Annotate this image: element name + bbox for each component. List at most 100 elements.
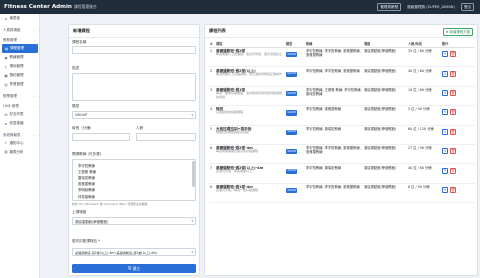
- chevron-down-icon: ⌄: [33, 132, 36, 137]
- type-label: 類型: [72, 104, 80, 108]
- capacity-input[interactable]: [136, 133, 196, 141]
- duration-label: 時長（分鐘）: [72, 126, 94, 130]
- priority-package-select[interactable]: 基礎運動班-週2堂(以上)-4m (基礎運動班-週2堂(以上)-4m) ▾: [72, 248, 196, 256]
- sidebar-item-label: 儀表板: [9, 16, 21, 20]
- add-course-plan-button[interactable]: ⊕ 新增課程方案: [442, 27, 473, 37]
- coach-cell: 李宇哲教練, 唐瑞宏教練: [305, 163, 363, 184]
- coach-cell: 李宇哲教練, 李宇哲教練, 張雅蘭教練, 張雅蘭教練: [305, 47, 363, 68]
- trash-icon[interactable]: 🗑: [450, 70, 456, 77]
- sidebar-group[interactable]: 教務管理 ⌄: [0, 34, 39, 45]
- course-description: 每週兩堂為期四個月的基礎課程: [216, 149, 259, 154]
- coach-cell: 李宇哲教練, 張雅蘭教練: [305, 105, 363, 126]
- trash-icon[interactable]: 🗑: [450, 167, 456, 174]
- sidebar-item[interactable]: ☺ 會員管理: [0, 80, 39, 89]
- sidebar-item[interactable]: ♪ 通知中心: [0, 139, 39, 148]
- actions-cell: ✎ 🗑: [441, 183, 475, 204]
- table-row: 6 基礎運動班-週2堂-4m 每週兩堂為期四個月的基礎課程 GROUP 李宇哲教練, 李…: [209, 144, 475, 165]
- sidebar-item-label: 課程管理: [10, 46, 24, 50]
- top-nav-label[interactable]: 課程管理後台: [74, 4, 97, 10]
- sidebar-item[interactable]: ▥ 報表分析: [0, 148, 39, 157]
- actions-cell: ✎ 🗑: [441, 144, 475, 165]
- type-cell: GROUP: [285, 86, 305, 107]
- calendar-icon: ▦: [4, 73, 8, 78]
- trash-icon[interactable]: 🗑: [450, 128, 456, 135]
- edit-icon[interactable]: ✎: [442, 128, 448, 135]
- coach-cell: 李宇哲教練, 王優雅 教練, 李宇哲教練, 唐瑞宏教練: [305, 86, 363, 107]
- type-select[interactable]: GROUP ▾: [72, 111, 196, 119]
- sidebar-item-label: 場地管理: [9, 64, 24, 68]
- chevron-down-icon: ▾: [191, 219, 193, 223]
- course-description: 四個月方案，每週兩堂以上: [216, 168, 253, 173]
- app-brand[interactable]: Fitness Center Admin: [0, 4, 74, 10]
- table-row: 7 基礎運動班-週2堂(以上)-4m 四個月方案，每週兩堂以上 GROUP 李宇哲教練,…: [209, 163, 475, 184]
- description-textarea[interactable]: [72, 73, 196, 101]
- capacity-label: 人數: [136, 126, 144, 130]
- logout-button[interactable]: 登出: [460, 2, 474, 12]
- edit-icon[interactable]: ✎: [442, 109, 448, 116]
- sidebar-item[interactable]: ⌂ 儀表板: [0, 14, 39, 23]
- table-row: 2 基礎運動班-週2堂(以上) 每週兩堂以上基礎訓練，建立運動習慣與正確動作 GROU…: [209, 66, 475, 87]
- trash-icon[interactable]: 🗑: [450, 148, 456, 155]
- edit-icon[interactable]: ✎: [442, 89, 448, 96]
- type-cell: GROUP: [285, 66, 305, 87]
- header-coach: 教練: [305, 40, 363, 48]
- trash-icon[interactable]: 🗑: [450, 186, 456, 193]
- coaches-label: 開課教練 (可多選): [72, 152, 102, 156]
- edit-icon[interactable]: ✎: [442, 167, 448, 174]
- sidebar-item[interactable]: ▯ 場地管理: [0, 62, 39, 71]
- sidebar-group-label: 教務管理: [3, 38, 17, 42]
- create-course-button[interactable]: 🖫 建立: [72, 264, 196, 273]
- table-header-row: # 課程 類型 教練 場館 人數/時長 動作: [209, 40, 475, 48]
- course-cell: 基礎運動班-週2堂(以上) 每週兩堂以上基礎訓練，建立運動習慣與正確動作: [215, 66, 285, 87]
- actions-cell: ✎ 🗑: [441, 125, 475, 145]
- sidebar-group[interactable]: 系統與報表 ⌄: [0, 128, 39, 139]
- capacity-cell: 35 位 / 60 分鐘: [407, 47, 441, 68]
- edit-icon[interactable]: ✎: [442, 70, 448, 77]
- coach-option[interactable]: 林書豪教練: [75, 193, 193, 199]
- type-cell: GROUP: [285, 105, 305, 126]
- sidebar-item[interactable]: ✉ 好友列表: [0, 110, 39, 119]
- duration-input[interactable]: [72, 133, 130, 141]
- people-icon: ☺: [4, 82, 8, 87]
- sidebar-item[interactable]: ▤ 課程管理: [1, 44, 38, 53]
- chevron-down-icon: ▾: [191, 113, 193, 117]
- sidebar-group[interactable]: LINE 管理 ⌄: [0, 100, 39, 111]
- type-cell: GROUP: [285, 183, 305, 204]
- sidebar-item[interactable]: ◉ 教練管理: [0, 53, 39, 62]
- coaches-multiselect[interactable]: 李宇哲教練 王優雅 教練 唐瑞宏教練 張雅蘭教練 李明勳教練 林書豪教練: [72, 159, 196, 201]
- course-list-panel: 課程列表 ⊕ 新增課程方案 # 課程 類型 教練 場館 人數/時長 動作 1 基礎…: [204, 24, 478, 276]
- sidebar-group[interactable]: 營業管理 ⌄: [0, 89, 39, 100]
- sidebar-item[interactable]: ▦ 預約管理: [0, 71, 39, 80]
- manage-accounts-button[interactable]: 管理員帳號: [377, 2, 402, 12]
- coaches-scrollbar[interactable]: [191, 161, 195, 187]
- venue-select-value: 湖濱運動館(學健體館): [75, 219, 109, 224]
- add-course-plan-label: 新增課程方案: [449, 30, 470, 35]
- trash-icon[interactable]: 🗑: [450, 51, 456, 58]
- course-description: 每週兩堂以上基礎訓練，建立運動習慣與正確動作: [216, 71, 283, 76]
- chevron-down-icon: ⌄: [33, 93, 36, 98]
- sidebar-item-label: 教練管理: [9, 55, 24, 59]
- type-badge: GROUP: [286, 110, 298, 116]
- home-icon: ⌂: [4, 16, 8, 21]
- create-course-button-label: 建立: [132, 265, 141, 271]
- header-course: 課程: [215, 40, 285, 48]
- actions-cell: ✎ 🗑: [441, 47, 475, 68]
- coach-cell: 李宇哲教練, 唐瑞宏教練: [305, 125, 363, 145]
- header-venue: 場館: [363, 40, 407, 48]
- trash-icon[interactable]: 🗑: [450, 89, 456, 96]
- venue-select[interactable]: 湖濱運動館(學健體館) ▾: [72, 217, 196, 225]
- course-name-input[interactable]: [72, 46, 196, 54]
- trash-icon[interactable]: 🗑: [450, 109, 456, 116]
- course-cell: 基礎運動班-週1堂-4m 四個月方案，每週一堂基礎課程: [215, 183, 285, 204]
- sidebar-group[interactable]: 人員與場館 ⌄: [0, 23, 39, 34]
- type-cell: GROUP: [285, 47, 305, 68]
- sidebar-item[interactable]: ➤ 訊息推播: [0, 119, 39, 128]
- edit-icon[interactable]: ✎: [442, 148, 448, 155]
- type-cell: GROUP: [285, 144, 305, 165]
- edit-icon[interactable]: ✎: [442, 186, 448, 193]
- venue-cell: 湖濱運動館(學健體館): [363, 47, 407, 68]
- edit-icon[interactable]: ✎: [442, 51, 448, 58]
- sidebar-item-label: 報表分析: [9, 149, 24, 154]
- book-icon: ▤: [4, 46, 9, 51]
- type-badge: GROUP: [286, 149, 298, 155]
